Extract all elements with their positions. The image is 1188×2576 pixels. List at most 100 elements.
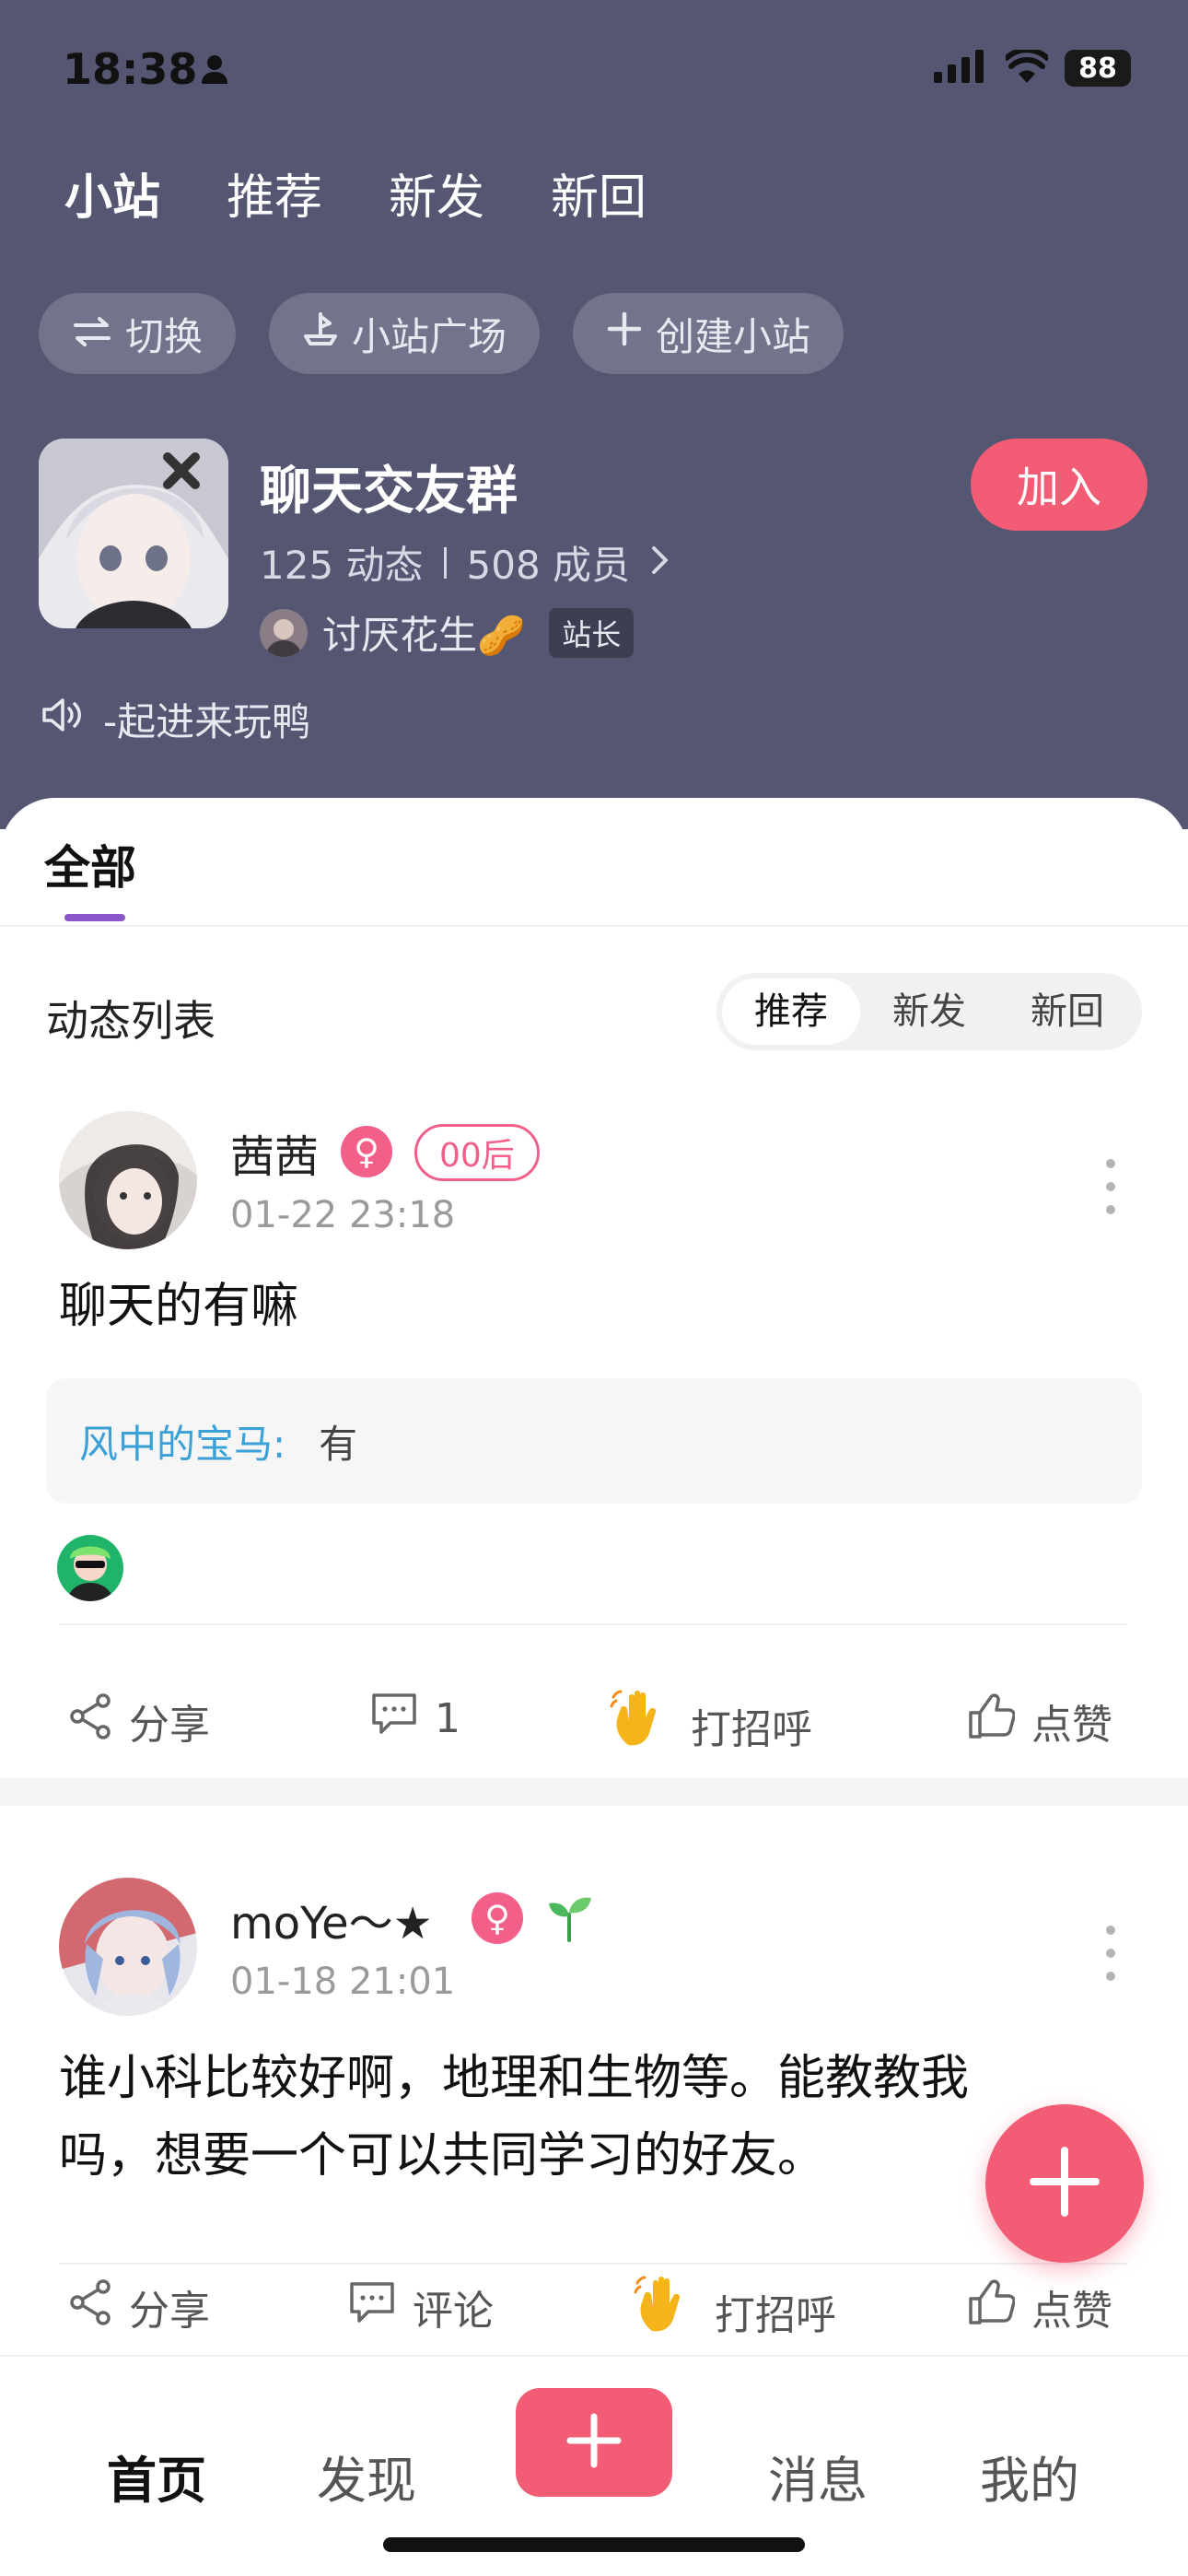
liker-avatar[interactable] bbox=[57, 1535, 123, 1601]
like-label: 点赞 bbox=[1031, 2288, 1112, 2335]
owner-row[interactable]: 讨厌花生🥜 站长 bbox=[260, 604, 635, 661]
status-bar: 18:38 88 bbox=[0, 0, 1188, 138]
station-square-label: 小站广场 bbox=[352, 313, 507, 359]
owner-name: 讨厌花生🥜 bbox=[322, 613, 526, 658]
post-time: 01-18 21:01 bbox=[230, 1961, 456, 2003]
owner-avatar bbox=[260, 608, 308, 657]
female-icon: ♀ bbox=[341, 1126, 392, 1177]
announcement[interactable]: -起进来玩鸭 bbox=[41, 691, 310, 747]
speaker-icon bbox=[41, 697, 87, 743]
more-icon[interactable] bbox=[1101, 1159, 1120, 1214]
person-icon bbox=[199, 53, 230, 88]
post-time: 01-22 23:18 bbox=[230, 1194, 456, 1236]
greet-label: 打招呼 bbox=[691, 1705, 812, 1753]
post-divider bbox=[59, 2263, 1127, 2265]
group-title: 聊天交友群 bbox=[260, 462, 518, 521]
create-station-label: 创建小站 bbox=[656, 313, 811, 359]
wave-hand-icon bbox=[610, 1688, 674, 1762]
comment-icon bbox=[348, 2280, 396, 2335]
wifi-icon bbox=[1004, 47, 1050, 87]
feed-title: 动态列表 bbox=[46, 996, 215, 1046]
station-header: 18:38 88 小站 推荐 新发 新回 切换 小站广场 创建小站 聊天交友群 … bbox=[0, 0, 1188, 829]
group-stats[interactable]: 125 动态 508 成员 bbox=[260, 534, 670, 591]
wave-hand-icon bbox=[634, 2274, 698, 2348]
tabs-divider bbox=[0, 925, 1188, 927]
comment-button[interactable]: 1 bbox=[370, 1692, 460, 1746]
post-divider bbox=[59, 1623, 1127, 1625]
chevron-right-icon bbox=[650, 540, 670, 585]
comment-button[interactable]: 评论 bbox=[348, 2277, 494, 2336]
reply-author[interactable]: 风中的宝马: bbox=[79, 1413, 285, 1469]
greet-label: 打招呼 bbox=[715, 2291, 836, 2339]
age-tag: 00后 bbox=[414, 1124, 540, 1181]
user-name[interactable]: 茜茜 bbox=[230, 1120, 319, 1185]
join-button[interactable]: 加入 bbox=[971, 439, 1147, 531]
home-indicator bbox=[383, 2537, 805, 2552]
nav-discover[interactable]: 发现 bbox=[317, 2440, 416, 2512]
share-label: 分享 bbox=[129, 1702, 210, 1749]
post-actions: 分享 评论 打招呼 点赞 bbox=[0, 2270, 1188, 2344]
posts-count: 125 动态 bbox=[260, 543, 424, 588]
reply-text: 有 bbox=[319, 1421, 358, 1467]
switch-button[interactable]: 切换 bbox=[39, 293, 237, 374]
status-indicators: 88 bbox=[934, 47, 1131, 87]
thumbs-up-icon bbox=[967, 1692, 1016, 1751]
user-avatar[interactable] bbox=[59, 1878, 197, 2016]
post-text: 谁小科比较好啊，地理和生物等。能教教我 吗，想要一个可以共同学习的好友。 bbox=[59, 2040, 969, 2195]
like-button[interactable]: 点赞 bbox=[967, 2277, 1112, 2336]
tab-new-replies[interactable]: 新回 bbox=[551, 158, 646, 228]
more-icon[interactable] bbox=[1101, 1926, 1120, 1981]
status-time: 18:38 bbox=[63, 44, 198, 94]
tab-station[interactable]: 小站 bbox=[58, 158, 160, 228]
share-icon bbox=[68, 2278, 112, 2336]
announcement-text: -起进来玩鸭 bbox=[103, 699, 311, 744]
nav-home[interactable]: 首页 bbox=[107, 2440, 206, 2512]
members-count: 508 成员 bbox=[466, 543, 631, 588]
owner-badge: 站长 bbox=[549, 607, 635, 658]
top-tabs: 小站 推荐 新发 新回 bbox=[58, 158, 646, 228]
sort-segmented-control: 推荐 新发 新回 bbox=[716, 973, 1142, 1050]
switch-label: 切换 bbox=[125, 313, 204, 359]
nav-me[interactable]: 我的 bbox=[980, 2440, 1079, 2512]
nav-add-button[interactable] bbox=[516, 2388, 672, 2497]
sprout-icon bbox=[542, 1889, 597, 1948]
user-avatar[interactable] bbox=[59, 1111, 197, 1249]
stats-separator bbox=[443, 546, 447, 579]
reply-preview[interactable]: 风中的宝马: 有 bbox=[46, 1378, 1142, 1504]
post-text-line: 谁小科比较好啊，地理和生物等。能教教我 bbox=[59, 2051, 970, 2106]
greet-button[interactable]: 打招呼 bbox=[634, 2274, 836, 2348]
like-label: 点赞 bbox=[1031, 1702, 1112, 1749]
ship-icon bbox=[302, 310, 339, 357]
sort-new-replies[interactable]: 新回 bbox=[998, 978, 1136, 1045]
sort-recommend[interactable]: 推荐 bbox=[722, 978, 860, 1045]
signal-icon bbox=[934, 50, 989, 87]
nav-messages[interactable]: 消息 bbox=[768, 2440, 868, 2512]
plus-icon bbox=[606, 310, 643, 357]
create-post-button[interactable] bbox=[985, 2104, 1144, 2263]
greet-button[interactable]: 打招呼 bbox=[610, 1688, 812, 1762]
plus-icon bbox=[1028, 2145, 1101, 2222]
post-actions: 分享 1 打招呼 点赞 bbox=[0, 1684, 1188, 1758]
tab-recommend[interactable]: 推荐 bbox=[227, 158, 322, 228]
post-card[interactable]: 茜茜 ♀ 00后 01-22 23:18 聊天的有嘛 风中的宝马: 有 bbox=[0, 1111, 1188, 1664]
share-icon bbox=[68, 1692, 112, 1751]
content-panel: 全部 动态列表 推荐 新发 新回 茜茜 ♀ 00后 01-22 23:18 聊天… bbox=[0, 798, 1188, 2576]
plus-icon bbox=[565, 2411, 623, 2474]
female-icon: ♀ bbox=[472, 1892, 523, 1944]
group-avatar[interactable] bbox=[39, 439, 228, 628]
like-button[interactable]: 点赞 bbox=[967, 1692, 1112, 1751]
share-label: 分享 bbox=[129, 2288, 210, 2335]
share-button[interactable]: 分享 bbox=[68, 1692, 210, 1751]
post-text-line: 吗，想要一个可以共同学习的好友。 bbox=[59, 2128, 826, 2184]
comment-icon bbox=[370, 1692, 418, 1746]
user-name[interactable]: moYe～★ bbox=[230, 1887, 433, 1951]
tab-underline bbox=[64, 914, 125, 921]
sort-new-posts[interactable]: 新发 bbox=[860, 978, 998, 1045]
tab-all[interactable]: 全部 bbox=[44, 831, 136, 897]
post-separator bbox=[0, 1778, 1188, 1806]
tab-new-posts[interactable]: 新发 bbox=[389, 158, 484, 228]
share-button[interactable]: 分享 bbox=[68, 2277, 210, 2336]
battery-icon: 88 bbox=[1065, 50, 1131, 87]
create-station-button[interactable]: 创建小站 bbox=[573, 293, 844, 374]
station-square-button[interactable]: 小站广场 bbox=[269, 293, 541, 374]
